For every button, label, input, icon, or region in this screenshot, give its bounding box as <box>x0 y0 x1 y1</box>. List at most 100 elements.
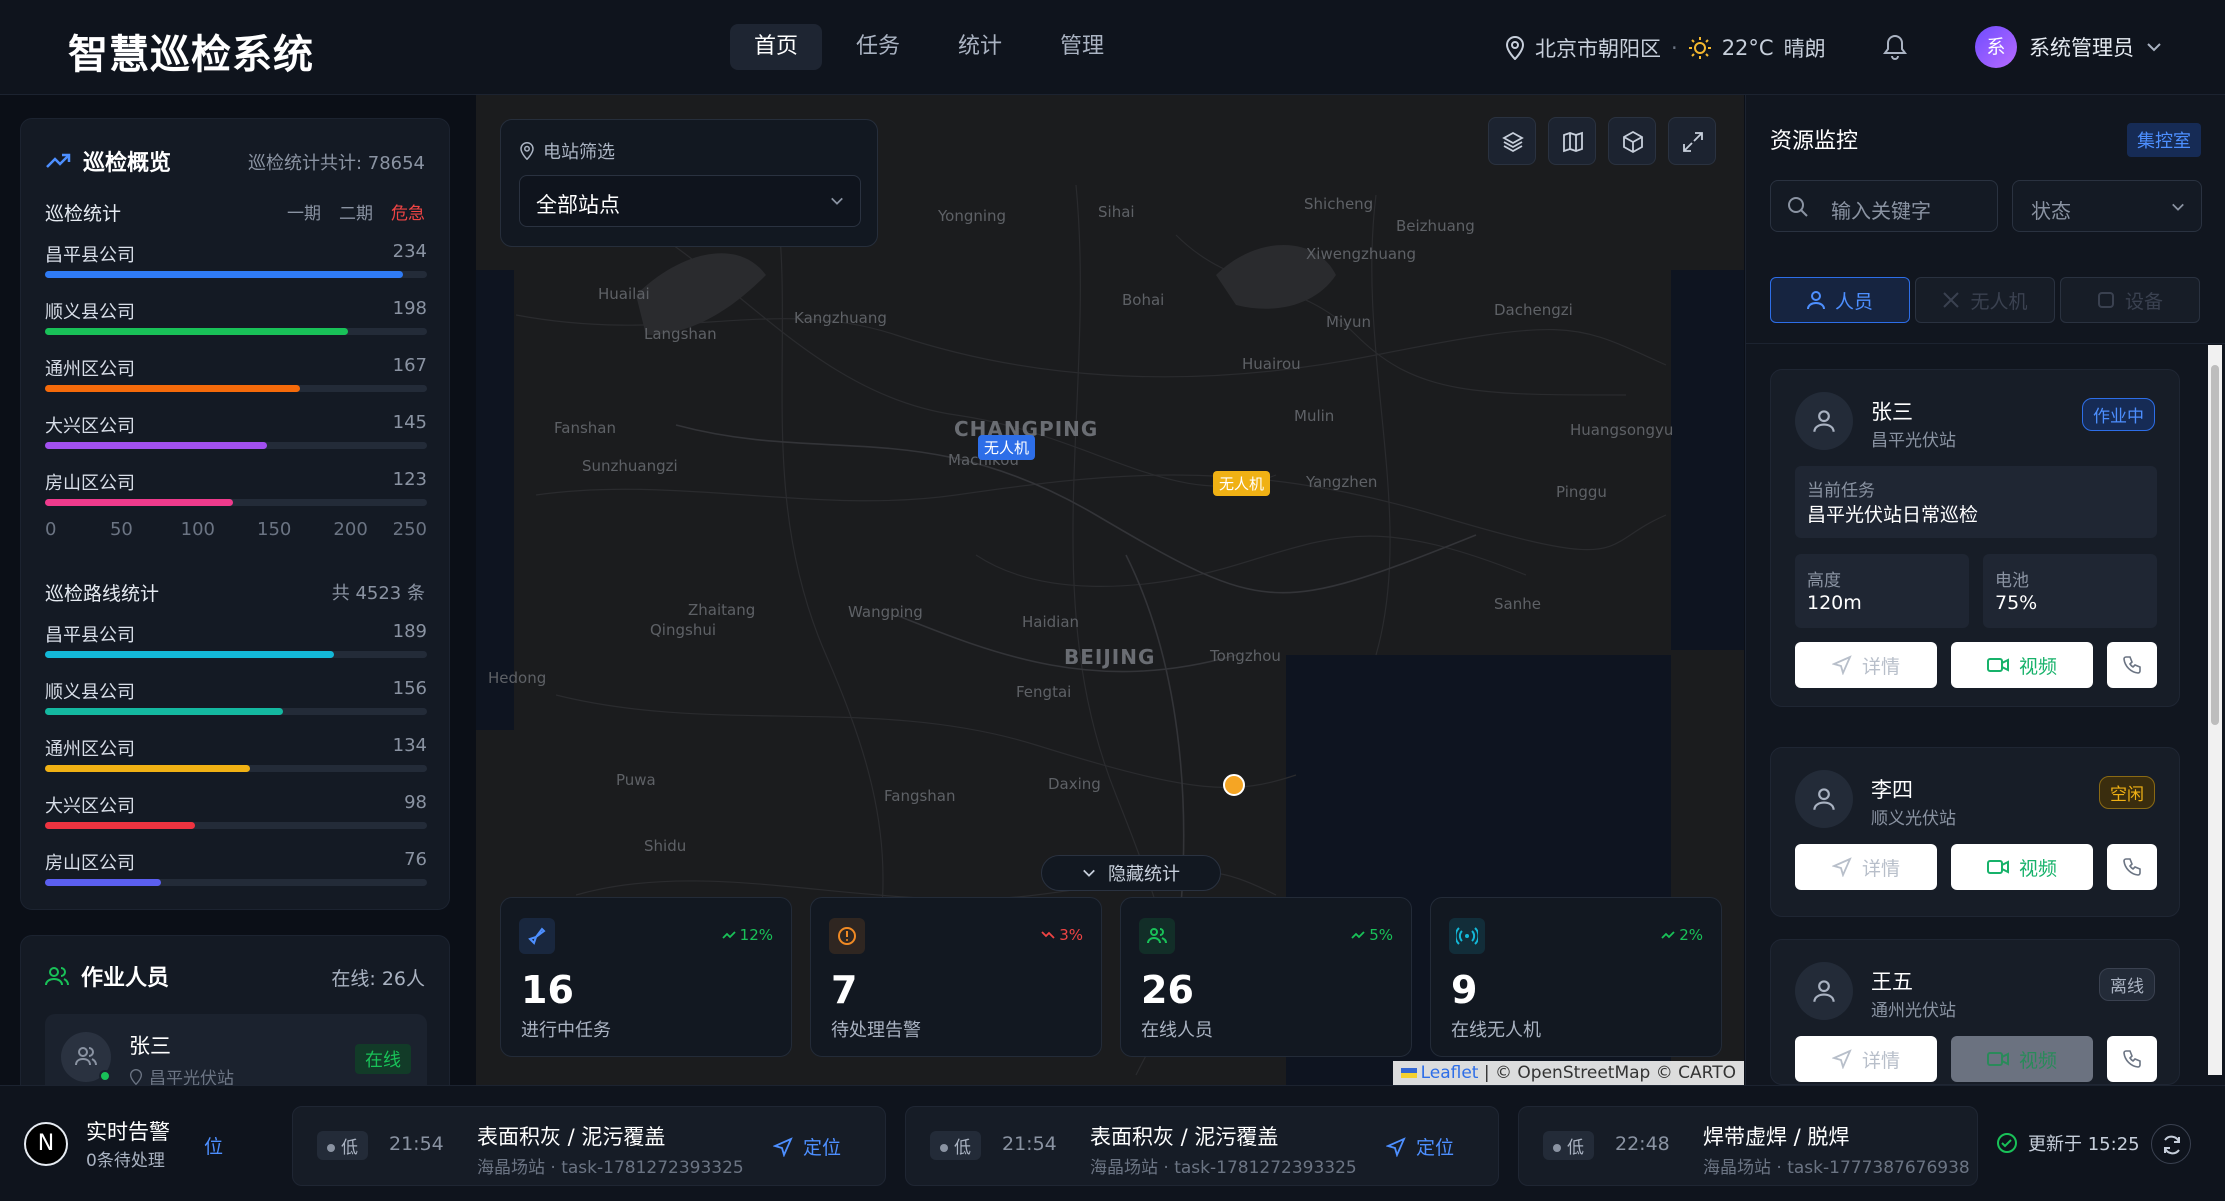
call-button[interactable] <box>2107 642 2157 688</box>
bar-row[interactable]: 顺义县公司 156 <box>45 678 427 718</box>
bar-row[interactable]: 通州区公司 167 <box>45 355 427 395</box>
tab-devices[interactable]: 设备 <box>2060 277 2200 323</box>
leaflet-link[interactable]: Leaflet <box>1421 1063 1479 1083</box>
alert-level-badge: 低 <box>1543 1131 1594 1160</box>
check-circle-icon <box>1997 1133 2017 1153</box>
scrollbar-thumb[interactable] <box>2211 365 2219 725</box>
tab-people[interactable]: 人员 <box>1770 277 1910 323</box>
scrollbar[interactable] <box>2208 345 2222 1075</box>
map-place-label: Shicheng <box>1304 195 1374 213</box>
detail-button[interactable]: 详情 <box>1795 1036 1937 1082</box>
nav-home[interactable]: 首页 <box>730 24 823 70</box>
battery-box: 电池 75% <box>1983 554 2157 628</box>
stat-label: 在线无人机 <box>1451 1020 1541 1041</box>
detail-button[interactable]: 详情 <box>1795 844 1937 890</box>
drone-marker-blue[interactable]: 无人机 <box>978 435 1036 460</box>
avatar <box>1795 392 1853 450</box>
overview-title-text: 巡检概览 <box>83 151 172 176</box>
refresh-button[interactable] <box>2151 1124 2191 1164</box>
bar-row[interactable]: 昌平县公司 189 <box>45 621 427 661</box>
trend-down-icon <box>1041 931 1055 939</box>
user-menu[interactable]: 系 系统管理员 <box>1975 26 2162 68</box>
legend-critical[interactable]: 危急 <box>391 199 425 224</box>
alert-ticker: N 实时告警 0条待处理 位 低 21:54 表面积灰 / 泥污覆盖 海晶场站 · t… <box>0 1085 2225 1201</box>
map-view[interactable]: Yongning Sihai Shicheng Beizhuang Xiwengzhua… <box>476 95 1744 1085</box>
video-button[interactable]: 视频 <box>1951 1036 2093 1082</box>
alert-card[interactable]: 低 22:48 焊带虚焊 / 脱焊 海晶场站 · task-1777387676938 <box>1518 1106 1978 1186</box>
legend-phase1[interactable]: 一期 <box>287 199 321 224</box>
signal-icon <box>1454 927 1480 945</box>
stat-card[interactable]: 5% 26 在线人员 <box>1120 897 1412 1057</box>
bar-value: 167 <box>392 355 427 376</box>
legend-phase2[interactable]: 二期 <box>339 199 373 224</box>
tab-people-label: 人员 <box>1834 290 1873 313</box>
bar-row[interactable]: 房山区公司 123 <box>45 469 427 509</box>
map-place-label: Kangzhuang <box>794 309 887 327</box>
person-card[interactable]: 李四 顺义光伏站 空闲 详情 视频 <box>1770 747 2180 917</box>
stat-trend: 12% <box>722 926 773 944</box>
bar-value: 98 <box>404 792 427 813</box>
stat-card[interactable]: 12% 16 进行中任务 <box>500 897 792 1057</box>
person-card[interactable]: 王五 通州光伏站 离线 详情 视频 <box>1770 939 2180 1085</box>
bar-row[interactable]: 大兴区公司 98 <box>45 792 427 832</box>
app-logo[interactable]: 智慧巡检系统 <box>68 22 314 80</box>
navigation-icon <box>773 1136 793 1157</box>
sun-icon <box>1688 37 1711 59</box>
users-icon <box>45 967 69 986</box>
alert-level: 低 <box>954 1138 971 1158</box>
locate-button[interactable]: 定位 <box>773 1133 841 1160</box>
stat-card[interactable]: 3% 7 待处理告警 <box>810 897 1102 1057</box>
alert-level-badge: 低 <box>317 1131 368 1160</box>
overview-title: 巡检概览 <box>45 145 171 177</box>
bar-row[interactable]: 昌平县公司 234 <box>45 241 427 281</box>
bar-fill <box>45 271 403 278</box>
bar-track <box>45 271 427 278</box>
video-button[interactable]: 视频 <box>1951 642 2093 688</box>
nav-manage[interactable]: 管理 <box>1036 24 1128 70</box>
stat-card[interactable]: 2% 9 在线无人机 <box>1430 897 1722 1057</box>
update-status: 更新于 15:25 <box>1996 1130 2140 1156</box>
bell-icon[interactable] <box>1882 33 1908 61</box>
overview-panel: 巡检概览 巡检统计共计: 78654 巡检统计 一期 二期 危急 昌平县公司 23… <box>20 118 450 910</box>
user-icon <box>1813 980 1835 1002</box>
person-card[interactable]: 张三 昌平光伏站 作业中 当前任务 昌平光伏站日常巡检 高度 120m 电池 7… <box>1770 369 2180 707</box>
control-room-button[interactable]: 集控室 <box>2127 123 2201 157</box>
map-type-button[interactable] <box>1548 117 1596 165</box>
nav-tasks[interactable]: 任务 <box>832 24 924 70</box>
tab-drones[interactable]: 无人机 <box>1915 277 2055 323</box>
alert-card[interactable]: 低 21:54 表面积灰 / 泥污覆盖 海晶场站 · task-17812723933… <box>905 1106 1499 1186</box>
detail-button[interactable]: 详情 <box>1795 642 1937 688</box>
chevron-down-icon <box>2147 43 2161 52</box>
alert-pending-count: 0条待处理 <box>86 1151 165 1171</box>
status-badge: 作业中 <box>2082 398 2155 431</box>
nav-stats[interactable]: 统计 <box>934 24 1026 70</box>
location-text: 北京市朝阳区 <box>1535 37 1661 61</box>
search-icon <box>1788 197 1808 217</box>
call-button[interactable] <box>2107 1036 2157 1082</box>
alert-subtitle: 海晶场站 · task-1781272393325 <box>477 1158 744 1178</box>
bar-value: 145 <box>392 412 427 433</box>
weather-temp: 22°C <box>1721 36 1774 60</box>
bar-row[interactable]: 房山区公司 76 <box>45 849 427 889</box>
call-button[interactable] <box>2107 844 2157 890</box>
search-input[interactable]: 输入关键字 <box>1770 180 1998 232</box>
alert-card[interactable]: 低 21:54 表面积灰 / 泥污覆盖 海晶场站 · task-17812723933… <box>292 1106 886 1186</box>
layers-button[interactable] <box>1488 117 1536 165</box>
phone-icon <box>2123 1050 2141 1068</box>
map-place-label: Pinggu <box>1556 483 1607 501</box>
station-select[interactable]: 全部站点 <box>519 175 861 227</box>
fullscreen-button[interactable] <box>1668 117 1716 165</box>
status-select[interactable]: 状态 <box>2012 180 2202 232</box>
bar-value: 134 <box>392 735 427 756</box>
bar-row[interactable]: 通州区公司 134 <box>45 735 427 775</box>
locate-button[interactable]: 定位 <box>1386 1133 1454 1160</box>
3d-button[interactable] <box>1608 117 1656 165</box>
video-button[interactable]: 视频 <box>1951 844 2093 890</box>
drone-marker-yellow[interactable]: 无人机 <box>1213 471 1271 496</box>
bar-row[interactable]: 大兴区公司 145 <box>45 412 427 452</box>
bar-row[interactable]: 顺义县公司 198 <box>45 298 427 338</box>
axis-tick-label: 100 <box>180 519 215 540</box>
hide-stats-button[interactable]: 隐藏统计 <box>1041 855 1221 891</box>
detail-label: 详情 <box>1861 655 1900 678</box>
partial-locate-link[interactable]: 位 <box>204 1132 223 1159</box>
